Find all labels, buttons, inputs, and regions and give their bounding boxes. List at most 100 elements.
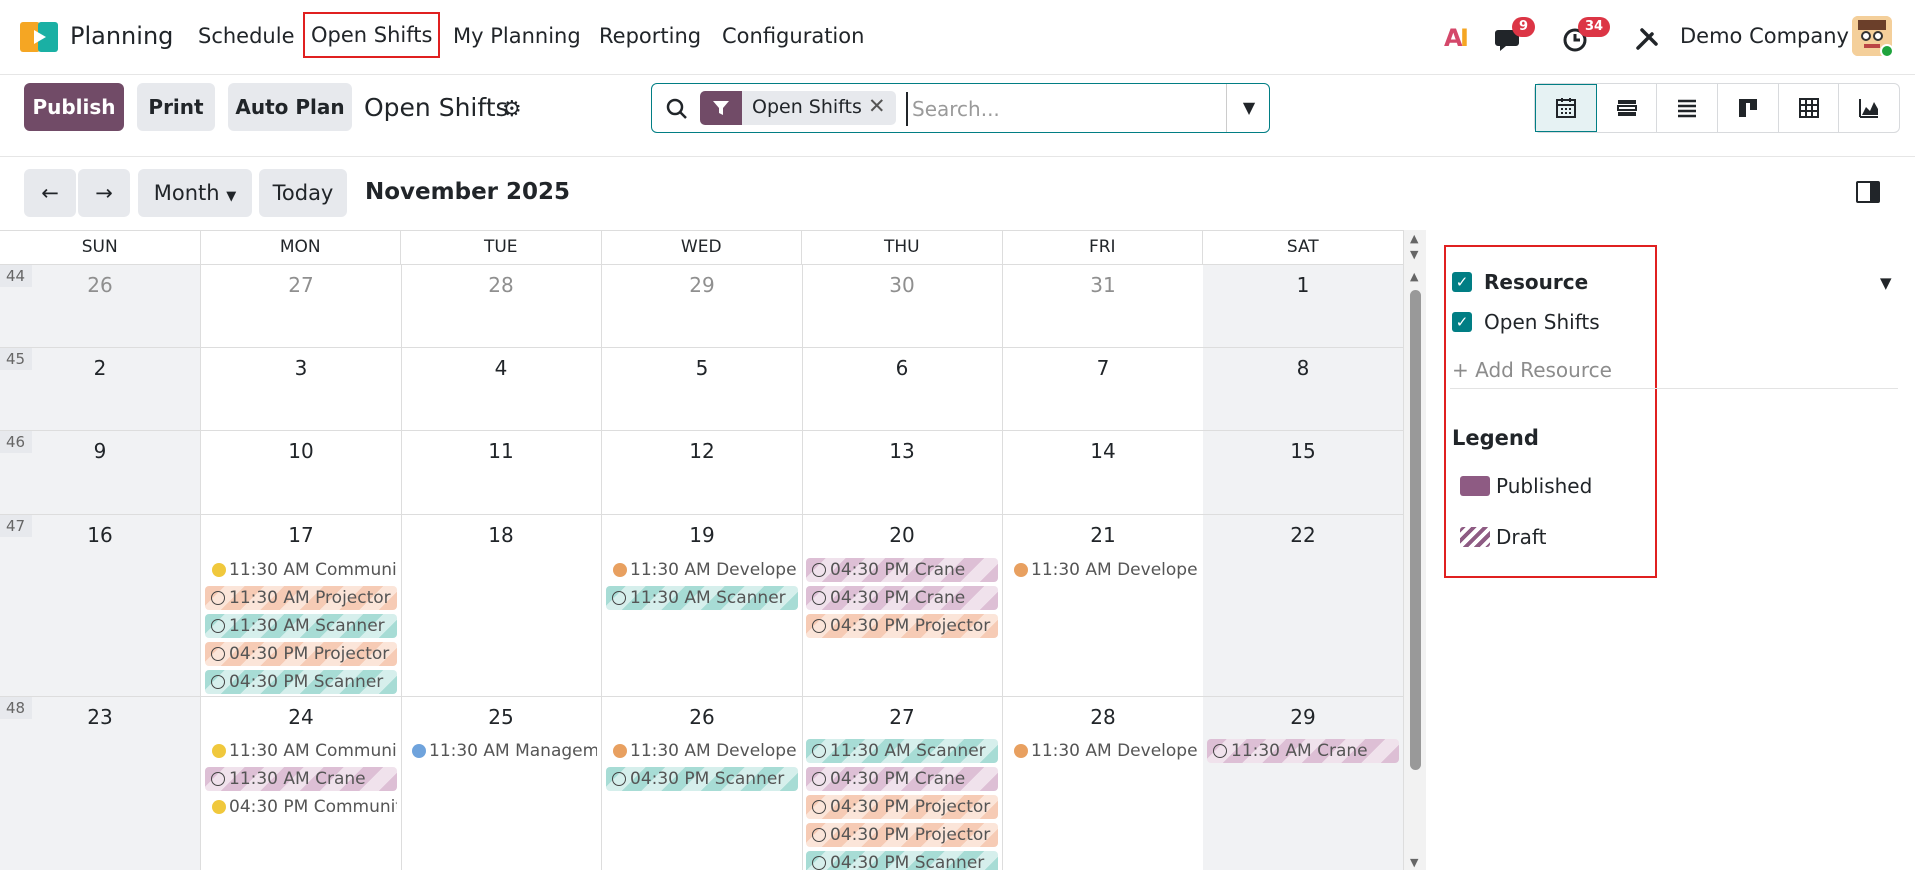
today-button[interactable]: Today: [259, 169, 347, 217]
shift-event[interactable]: 11:30 AM Scanner: [606, 586, 798, 610]
calendar-view-button[interactable]: [1535, 84, 1597, 132]
planning-app-logo[interactable]: [20, 20, 58, 54]
day-cell[interactable]: 29 11:30 AM Crane: [1203, 697, 1404, 870]
menu-configuration[interactable]: Configuration: [722, 24, 864, 48]
shift-event[interactable]: 11:30 AM Developer: [606, 558, 798, 582]
gear-icon[interactable]: ⚙: [502, 97, 522, 122]
day-cell[interactable]: 26 11:30 AM Developer 04:30 PM Scanner: [602, 697, 803, 870]
shift-label: 11:30 AM Crane: [229, 769, 366, 789]
shift-event[interactable]: 11:30 AM Managem: [405, 739, 597, 763]
shift-event[interactable]: 04:30 PM Scanner: [606, 767, 798, 791]
scroll-down-icon[interactable]: ▼: [1410, 248, 1418, 261]
day-cell[interactable]: 15: [1203, 431, 1404, 514]
day-cell[interactable]: 28: [401, 265, 602, 347]
shift-event[interactable]: 11:30 AM Scanner: [205, 614, 397, 638]
day-cell[interactable]: 22: [1203, 515, 1404, 696]
scroll-down-icon[interactable]: ▼: [1410, 856, 1418, 869]
shift-event[interactable]: 04:30 PM Projector: [806, 795, 998, 819]
shift-label: 04:30 PM Scanner: [630, 769, 785, 789]
day-cell[interactable]: 4: [401, 348, 602, 430]
day-cell[interactable]: 27 11:30 AM Scanner 04:30 PM Crane 04:30…: [802, 697, 1003, 870]
print-button[interactable]: Print: [137, 83, 215, 131]
day-cell[interactable]: 17 11:30 AM Communi 11:30 AM Projector 1…: [201, 515, 402, 696]
day-cell[interactable]: 20 04:30 PM Crane 04:30 PM Crane 04:30 P…: [802, 515, 1003, 696]
tools-icon[interactable]: [1634, 14, 1664, 60]
shift-event[interactable]: 11:30 AM Communi: [205, 739, 397, 763]
previous-button[interactable]: ←: [24, 169, 76, 217]
weekday-label: SUN: [0, 231, 201, 264]
day-cell[interactable]: 27: [201, 265, 402, 347]
ai-icon[interactable]: AI: [1444, 14, 1474, 60]
day-cell[interactable]: 7: [1003, 348, 1204, 430]
shift-event[interactable]: 04:30 PM Crane: [806, 586, 998, 610]
scroll-thumb[interactable]: [1410, 290, 1421, 770]
menu-reporting[interactable]: Reporting: [599, 24, 701, 48]
resource-checkbox[interactable]: ✓: [1452, 272, 1472, 292]
kanban-view-button[interactable]: [1718, 84, 1779, 132]
shift-event[interactable]: 04:30 PM Crane: [806, 558, 998, 582]
gantt-view-button[interactable]: [1597, 84, 1658, 132]
day-number: 26: [689, 705, 715, 729]
shift-event[interactable]: 11:30 AM Projector: [205, 586, 397, 610]
sidebar-toggle-icon[interactable]: [1856, 181, 1880, 203]
scroll-up-icon[interactable]: ▲: [1410, 232, 1418, 245]
day-cell[interactable]: 31: [1003, 265, 1204, 347]
shift-event[interactable]: 04:30 PM Projector: [806, 823, 998, 847]
next-button[interactable]: →: [78, 169, 130, 217]
graph-view-button[interactable]: [1839, 84, 1899, 132]
menu-schedule[interactable]: Schedule: [198, 24, 295, 48]
day-cell[interactable]: 8: [1203, 348, 1404, 430]
day-cell[interactable]: 19 11:30 AM Developer 11:30 AM Scanner: [602, 515, 803, 696]
search-icon[interactable]: [665, 97, 689, 121]
search-input[interactable]: [906, 92, 1266, 126]
day-cell[interactable]: 11: [401, 431, 602, 514]
day-cell[interactable]: 12: [602, 431, 803, 514]
shift-event[interactable]: 11:30 AM Developer: [606, 739, 798, 763]
shift-event[interactable]: 11:30 AM Scanner: [806, 739, 998, 763]
publish-button[interactable]: Publish: [24, 83, 124, 131]
shift-event[interactable]: 11:30 AM Communi: [205, 558, 397, 582]
open-shifts-checkbox[interactable]: ✓: [1452, 312, 1472, 332]
day-cell[interactable]: 6: [802, 348, 1003, 430]
calendar-scrollbar[interactable]: ▲ ▼ ▲ ▼: [1404, 230, 1426, 870]
caret-down-icon[interactable]: ▼: [1880, 274, 1892, 292]
day-cell[interactable]: 10: [201, 431, 402, 514]
app-name[interactable]: Planning: [70, 22, 173, 50]
shift-label: 04:30 PM Scanner: [229, 672, 384, 692]
list-view-button[interactable]: [1657, 84, 1719, 132]
day-cell[interactable]: 5: [602, 348, 803, 430]
add-resource-link[interactable]: + Add Resource: [1452, 358, 1612, 382]
day-cell[interactable]: 25 11:30 AM Managem: [401, 697, 602, 870]
shift-event[interactable]: 04:30 PM Scanner: [205, 670, 397, 694]
day-cell[interactable]: 24 11:30 AM Communi 11:30 AM Crane 04:30…: [201, 697, 402, 870]
company-switcher[interactable]: Demo Company: [1680, 24, 1849, 48]
shift-event[interactable]: 04:30 PM Crane: [806, 767, 998, 791]
day-cell[interactable]: 29: [602, 265, 803, 347]
day-cell[interactable]: 23: [0, 697, 201, 870]
remove-facet-icon[interactable]: ✕: [868, 94, 886, 118]
shift-event[interactable]: 11:30 AM Crane: [1207, 739, 1399, 763]
day-cell[interactable]: 28 11:30 AM Developer: [1003, 697, 1204, 870]
shift-event[interactable]: 11:30 AM Developer: [1007, 739, 1199, 763]
menu-my-planning[interactable]: My Planning: [453, 24, 581, 48]
shift-event[interactable]: 04:30 PM Projector: [205, 642, 397, 666]
day-cell[interactable]: 21 11:30 AM Developer: [1003, 515, 1204, 696]
menu-open-shifts[interactable]: Open Shifts: [303, 12, 441, 58]
shift-event[interactable]: 04:30 PM Communit: [205, 795, 397, 819]
shift-event[interactable]: 04:30 PM Scanner: [806, 851, 998, 870]
shift-event[interactable]: 11:30 AM Developer: [1007, 558, 1199, 582]
day-cell[interactable]: 30: [802, 265, 1003, 347]
day-cell[interactable]: 1: [1203, 265, 1404, 347]
day-cell[interactable]: 3: [201, 348, 402, 430]
shift-event[interactable]: 11:30 AM Crane: [205, 767, 397, 791]
scroll-up-icon[interactable]: ▲: [1410, 270, 1418, 283]
shift-event[interactable]: 04:30 PM Projector: [806, 614, 998, 638]
day-cell[interactable]: 16: [0, 515, 201, 696]
day-cell[interactable]: 14: [1003, 431, 1204, 514]
day-cell[interactable]: 13: [802, 431, 1003, 514]
search-options-toggle[interactable]: ▼: [1226, 84, 1271, 132]
auto-plan-button[interactable]: Auto Plan: [228, 83, 352, 131]
pivot-view-button[interactable]: [1779, 84, 1840, 132]
scale-dropdown[interactable]: Month ▼: [138, 169, 252, 217]
day-cell[interactable]: 18: [401, 515, 602, 696]
